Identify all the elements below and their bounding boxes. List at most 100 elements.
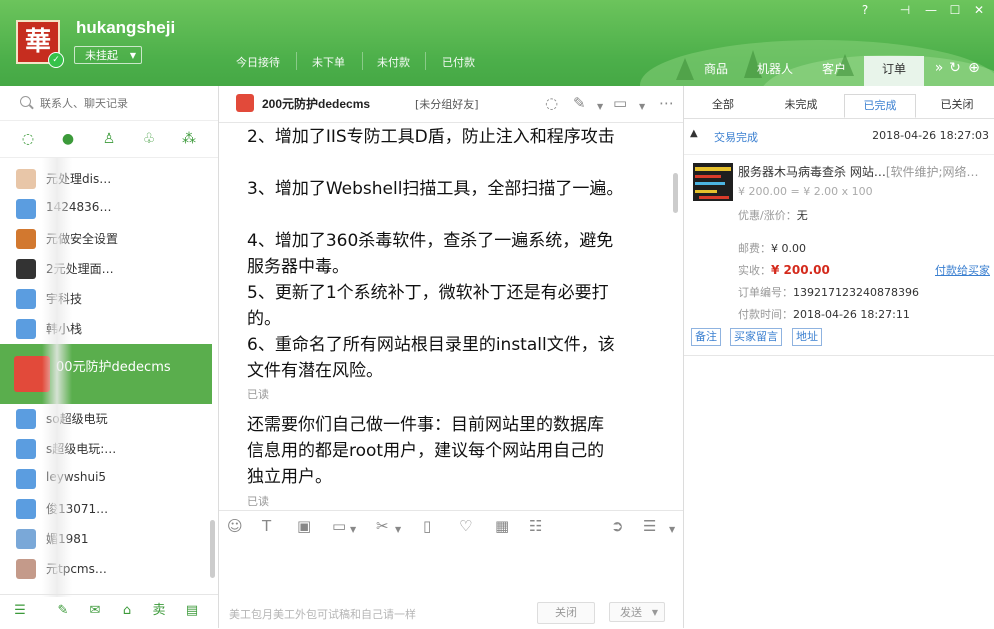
scissors-icon[interactable]: ✂	[376, 517, 389, 535]
tab-paid[interactable]: 已付款	[442, 54, 475, 70]
tab-orders[interactable]: 订单	[864, 56, 924, 86]
divider	[362, 52, 363, 70]
chevron-down-icon[interactable]: ▼	[669, 521, 675, 539]
minimize-icon[interactable]: —	[922, 3, 940, 17]
close-icon[interactable]: ✕	[970, 3, 988, 17]
shake-icon[interactable]: ▯	[423, 517, 431, 535]
note-button[interactable]: 备注	[691, 328, 721, 346]
discount-label: 优惠/涨价：	[738, 209, 797, 222]
avatar	[16, 259, 36, 279]
tab-not-ordered[interactable]: 未下单	[312, 54, 345, 70]
tab-incomplete[interactable]: 未完成	[766, 94, 836, 116]
panel-icon[interactable]: ▤	[184, 603, 200, 619]
order-number-label: 订单编号：	[738, 286, 793, 299]
draft-text[interactable]: 美工包月美工外包可试稿和自己请一样	[229, 606, 416, 622]
shipping-row: 邮费：¥ 0.00	[738, 240, 806, 256]
list-item[interactable]: 俊13071…	[0, 494, 212, 524]
chevron-down-icon[interactable]: ▼	[652, 603, 658, 623]
tab-robot[interactable]: 机器人	[752, 58, 798, 86]
edit-icon[interactable]: ✎	[55, 603, 71, 619]
maximize-icon[interactable]: ☐	[946, 3, 964, 17]
clock-icon[interactable]: ●	[60, 131, 76, 147]
add-icon[interactable]: ⊕	[965, 60, 983, 76]
network-icon[interactable]: ⁂	[181, 131, 197, 147]
message-composer[interactable]: 美工包月美工外包可试稿和自己请一样 关闭 发送 ▼	[219, 540, 683, 628]
list-item[interactable]: 元做安全设置	[0, 224, 212, 254]
sell-icon[interactable]: 卖	[151, 603, 167, 619]
avatar	[16, 199, 36, 219]
text-format-icon[interactable]: T	[262, 517, 271, 535]
list-item[interactable]: 2元处理面…	[0, 254, 212, 284]
scroll-thumb[interactable]	[673, 173, 678, 213]
chevron-down-icon[interactable]: ▼	[639, 98, 645, 116]
pay-time: 2018-04-26 18:27:11	[793, 308, 910, 321]
help-icon[interactable]: ?	[856, 3, 874, 17]
tab-customers[interactable]: 客户	[812, 58, 856, 86]
avatar[interactable]	[236, 94, 254, 112]
list-item[interactable]: 1424836…	[0, 194, 212, 224]
contact-name: 00元防护dedecms	[56, 360, 171, 375]
list-item[interactable]: s超级电玩:…	[0, 434, 212, 464]
group-icon[interactable]: ♧	[141, 131, 157, 147]
tab-products[interactable]: 商品	[694, 58, 738, 86]
product-thumbnail[interactable]	[693, 163, 733, 201]
paid-label: 实收：	[738, 264, 771, 277]
pin-icon[interactable]: ⊣	[896, 3, 914, 17]
list-item[interactable]: 宇科技	[0, 284, 212, 314]
tab-today-reception[interactable]: 今日接待	[236, 54, 280, 70]
search-input[interactable]	[40, 94, 190, 112]
coupon-icon[interactable]: ☷	[529, 517, 542, 535]
contacts-sidebar: ◌ ● ♙ ♧ ⁂ 元处理dis… 1424836… 元做安全设置 2元处理面……	[0, 86, 219, 628]
chevron-up-icon[interactable]: ▲	[690, 128, 698, 139]
send-button[interactable]: 发送 ▼	[609, 602, 665, 622]
chat-scrollbar[interactable]	[672, 123, 679, 510]
tab-closed[interactable]: 已关闭	[922, 94, 992, 116]
contact-list: 元处理dis… 1424836… 元做安全设置 2元处理面… 宇科技 韩小栈 0…	[0, 157, 212, 597]
menu-icon[interactable]: ☰	[12, 603, 28, 619]
history-icon[interactable]: ☰	[643, 517, 656, 535]
list-item[interactable]: 元tpcms…	[0, 554, 212, 584]
emoji-icon[interactable]: ☺	[227, 517, 243, 535]
list-item[interactable]: 媚1981	[0, 524, 212, 554]
buyer-message-button[interactable]: 买家留言	[730, 328, 782, 346]
store-icon[interactable]: ⌂	[119, 603, 135, 619]
address-button[interactable]: 地址	[792, 328, 822, 346]
close-button[interactable]: 关闭	[537, 602, 595, 624]
list-item-active[interactable]: 00元防护dedecms	[0, 344, 212, 404]
forward-icon[interactable]: ➲	[611, 517, 624, 535]
chevron-down-icon[interactable]: ▼	[597, 98, 603, 116]
chevron-down-icon: ▼	[129, 51, 136, 60]
chat-bubble-icon[interactable]: ◌	[545, 94, 558, 112]
sidebar-bottom-toolbar: ☰ ✎ ✉ ⌂ 卖 ▤	[0, 594, 218, 629]
more-icon[interactable]: ⋯	[659, 94, 674, 112]
video-icon[interactable]: ▭	[613, 94, 627, 112]
list-item[interactable]: so超级电玩	[0, 404, 212, 434]
refresh-icon[interactable]: ↻	[946, 60, 964, 76]
list-item[interactable]: 韩小栈	[0, 314, 212, 344]
tab-unpaid[interactable]: 未付款	[377, 54, 410, 70]
order-summary[interactable]: ▲ 交易完成 2018-04-26 18:27:03	[684, 126, 994, 148]
avatar	[16, 499, 36, 519]
image-icon[interactable]: ▣	[297, 517, 311, 535]
tab-all[interactable]: 全部	[688, 94, 758, 116]
chat-bubble-icon[interactable]: ◌	[20, 131, 36, 147]
search-icon	[20, 96, 31, 107]
heart-icon[interactable]: ♡	[459, 517, 472, 535]
calculator-icon[interactable]: ▦	[495, 517, 509, 535]
edit-icon[interactable]: ✎	[573, 94, 586, 112]
mail-icon[interactable]: ✉	[87, 603, 103, 619]
product-category: [软件维护;网络…	[885, 165, 979, 179]
product-title[interactable]: 服务器木马病毒查杀 网站…[软件维护;网络…	[738, 163, 988, 180]
folder-icon[interactable]: ▭	[332, 517, 346, 535]
pay-buyer-link[interactable]: 付款给买家	[935, 262, 990, 278]
tab-completed[interactable]: 已完成	[844, 94, 916, 118]
chevron-down-icon[interactable]: ▼	[395, 521, 401, 539]
divider	[684, 355, 994, 356]
list-item[interactable]: 元处理dis…	[0, 164, 212, 194]
online-check-icon: ✓	[48, 52, 64, 68]
list-item[interactable]: leywshui5	[0, 464, 212, 494]
contact-scrollbar[interactable]	[210, 520, 215, 578]
person-icon[interactable]: ♙	[101, 131, 117, 147]
chevron-down-icon[interactable]: ▼	[350, 521, 356, 539]
status-select[interactable]: 未挂起 ▼	[74, 46, 142, 64]
